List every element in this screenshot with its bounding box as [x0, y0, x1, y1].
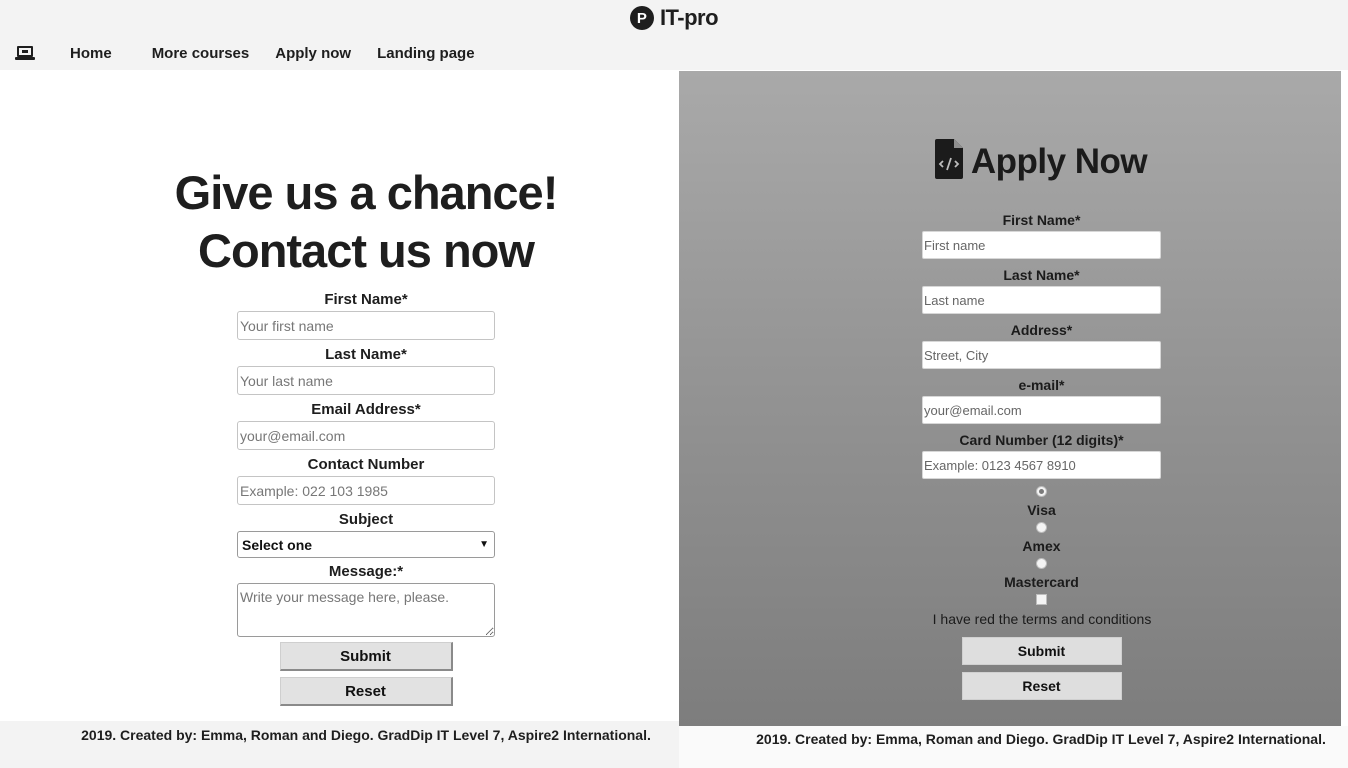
apply-card-number-input[interactable]: [922, 451, 1161, 479]
nav-more-courses[interactable]: More courses: [152, 45, 250, 62]
apply-last-name-input[interactable]: [922, 286, 1161, 314]
last-name-input[interactable]: [237, 366, 495, 395]
last-name-label: Last Name*: [325, 346, 407, 363]
subject-select[interactable]: Select one ▼: [237, 531, 495, 558]
visa-label: Visa: [1027, 502, 1056, 518]
contact-reset-button[interactable]: Reset: [279, 677, 453, 706]
footer-right-text: 2019. Created by: Emma, Roman and Diego.…: [756, 731, 1326, 747]
amex-label: Amex: [1022, 538, 1061, 554]
main-nav: Home More courses Apply now Landing page: [14, 42, 501, 64]
footer-left: 2019. Created by: Emma, Roman and Diego.…: [0, 721, 679, 768]
contact-heading-line1: Give us a chance!: [174, 166, 559, 219]
apply-last-name-label: Last Name*: [1003, 267, 1080, 283]
apply-title: Apply Now: [679, 139, 1348, 184]
brand-logo-icon: P: [629, 6, 654, 30]
subject-label: Subject: [338, 511, 394, 528]
nav-landing-page[interactable]: Landing page: [377, 45, 475, 62]
brand-name: IT-pro: [659, 5, 719, 30]
mastercard-radio[interactable]: [1036, 558, 1047, 569]
email-label: Email Address*: [311, 401, 421, 418]
contact-number-label: Contact Number: [307, 456, 425, 473]
site-header: P IT-pro Home More courses Apply now Lan…: [0, 0, 1348, 70]
laptop-icon[interactable]: [14, 45, 36, 61]
apply-email-input[interactable]: [922, 396, 1161, 424]
apply-section: Apply Now First Name* Last Name* Address…: [679, 71, 1341, 726]
visa-radio[interactable]: [1036, 486, 1047, 497]
terms-label: I have red the terms and conditions: [932, 611, 1152, 627]
apply-first-name-input[interactable]: [922, 231, 1161, 259]
brand: P IT-pro: [0, 5, 1348, 31]
apply-email-label: e-mail*: [1018, 377, 1065, 393]
dropdown-arrow-icon: ▼: [479, 539, 489, 550]
contact-number-input[interactable]: [237, 476, 495, 505]
nav-home[interactable]: Home: [70, 45, 112, 62]
apply-submit-button[interactable]: Submit: [961, 637, 1122, 665]
apply-card-number-label: Card Number (12 digits)*: [959, 432, 1124, 448]
apply-first-name-label: First Name*: [1002, 212, 1081, 228]
subject-selected-value: Select one: [242, 536, 313, 553]
terms-checkbox[interactable]: [1036, 594, 1047, 605]
apply-title-text: Apply Now: [970, 141, 1148, 181]
first-name-input[interactable]: [237, 311, 495, 340]
apply-reset-button[interactable]: Reset: [961, 672, 1122, 700]
contact-section: Give us a chance! Contact us now First N…: [0, 71, 679, 721]
contact-heading-line2: Contact us now: [198, 224, 535, 277]
apply-form: First Name* Last Name* Address* e-mail* …: [922, 211, 1161, 707]
first-name-label: First Name*: [324, 291, 408, 308]
apply-address-input[interactable]: [922, 341, 1161, 369]
contact-submit-button[interactable]: Submit: [279, 642, 453, 671]
contact-heading: Give us a chance! Contact us now: [0, 164, 732, 280]
nav-apply-now[interactable]: Apply now: [275, 45, 351, 62]
message-label: Message:*: [328, 563, 404, 580]
amex-radio[interactable]: [1036, 522, 1047, 533]
footer-left-text: 2019. Created by: Emma, Roman and Diego.…: [81, 727, 651, 743]
apply-address-label: Address*: [1010, 322, 1073, 338]
mastercard-label: Mastercard: [1004, 574, 1079, 590]
brand-link[interactable]: P IT-pro: [629, 5, 719, 31]
footer-right: 2019. Created by: Emma, Roman and Diego.…: [679, 726, 1348, 768]
email-input[interactable]: [237, 421, 495, 450]
message-textarea[interactable]: [237, 583, 495, 637]
file-code-icon: [934, 139, 963, 184]
contact-form: First Name* Last Name* Email Address* Co…: [237, 291, 495, 712]
